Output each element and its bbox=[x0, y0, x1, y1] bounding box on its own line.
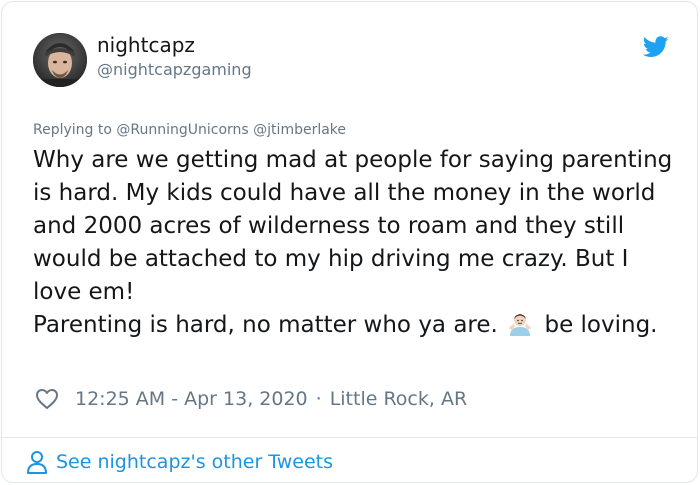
avatar[interactable] bbox=[33, 33, 87, 87]
tweet-location[interactable]: Little Rock, AR bbox=[330, 388, 467, 410]
tweet-paragraph-2-end: be loving. bbox=[544, 312, 658, 338]
person-shrugging-emoji-icon bbox=[507, 311, 533, 337]
tweet-card: nightcapz @nightcapzgaming Replying to @… bbox=[1, 1, 698, 483]
tweet-timestamp[interactable]: 12:25 AM - Apr 13, 2020 bbox=[75, 388, 308, 410]
replying-to-label: Replying to bbox=[33, 122, 112, 138]
twitter-bird-icon[interactable] bbox=[642, 36, 669, 58]
tweet-paragraph-2-start: Parenting is hard, no matter who ya are. bbox=[33, 312, 498, 338]
meta-separator: · bbox=[315, 388, 322, 410]
tweet-paragraph-1: Why are we getting mad at people for say… bbox=[33, 147, 680, 305]
mention-link-jtimberlake[interactable]: @jtimberlake bbox=[253, 122, 346, 138]
footer-divider bbox=[2, 437, 697, 438]
author-handle[interactable]: @nightcapzgaming bbox=[97, 60, 252, 79]
avatar-image bbox=[33, 33, 87, 87]
see-other-tweets-link[interactable]: See nightcapz's other Tweets bbox=[26, 447, 333, 477]
tweet-text: Why are we getting mad at people for say… bbox=[33, 144, 673, 342]
mention-link-runningunicorns[interactable]: @RunningUnicorns bbox=[116, 122, 248, 138]
author-display-name[interactable]: nightcapz bbox=[97, 33, 195, 57]
heart-icon[interactable] bbox=[35, 388, 59, 410]
person-icon bbox=[26, 450, 48, 474]
replying-to-line: Replying to @RunningUnicorns @jtimberlak… bbox=[33, 122, 346, 138]
tweet-meta-row: 12:25 AM - Apr 13, 2020 · Little Rock, A… bbox=[33, 384, 467, 414]
see-other-tweets-label[interactable]: See nightcapz's other Tweets bbox=[56, 451, 333, 473]
